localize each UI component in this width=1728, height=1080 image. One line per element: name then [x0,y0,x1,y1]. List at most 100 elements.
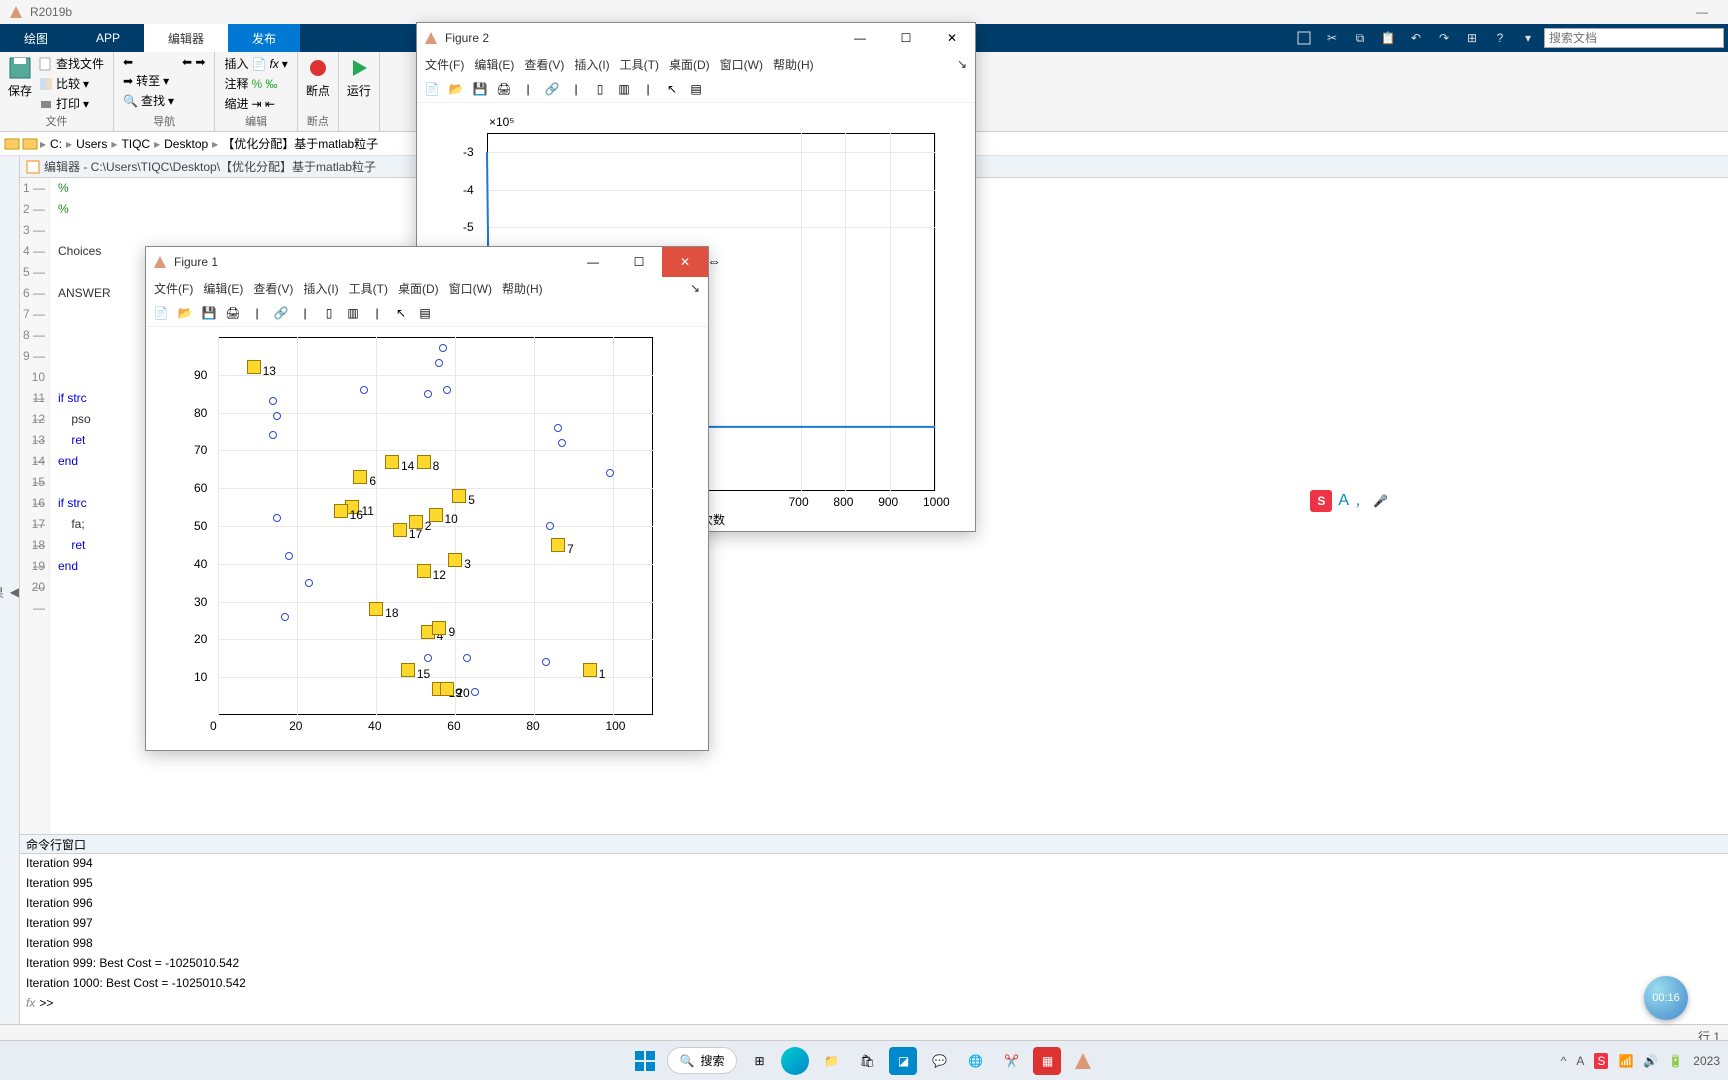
print-icon[interactable]: 🖨 [493,78,515,100]
app-icon-2[interactable]: ▦ [1033,1047,1061,1075]
dropdown-icon[interactable]: ▾ [1516,28,1540,48]
figure1-close[interactable]: ✕ [662,247,708,277]
tray-s-icon: S [1594,1053,1608,1069]
bc-seg-1[interactable]: Users [74,137,109,151]
taskview-icon[interactable]: ⊞ [745,1047,773,1075]
save-button[interactable]: 保存 [6,54,34,101]
open-icon[interactable]: 📂 [174,302,196,324]
bc-seg-2[interactable]: TIQC [119,137,152,151]
layout1-icon[interactable]: ▯ [318,302,340,324]
figure1-toolbar: 📄 📂 💾 🖨 | 🔗 | ▯ ▥ | ↖ ▤ [146,299,708,327]
figure2-toolbar: 📄 📂 💾 🖨 | 🔗 | ▯ ▥ | ↖ ▤ [417,75,975,103]
tab-app[interactable]: APP [72,24,144,52]
layout2-icon[interactable]: ▥ [613,78,635,100]
snip-icon[interactable]: ✂️ [997,1047,1025,1075]
taskbar-search[interactable]: 🔍 搜索 [667,1047,738,1074]
link-icon[interactable]: 🔗 [270,302,292,324]
pointer-icon[interactable]: ↖ [390,302,412,324]
find-files-button[interactable]: 查找文件 [36,54,107,73]
figure1-minimize[interactable]: — [570,247,616,277]
wechat-icon[interactable]: 💬 [925,1047,953,1075]
search-docs-input[interactable] [1544,28,1724,48]
layout1-icon[interactable]: ▯ [589,78,611,100]
new-icon[interactable]: 📄 [150,302,172,324]
indent-button[interactable]: 缩进 ⇥ ⇤ [221,94,290,113]
breakpoint-button[interactable]: 断点 [304,54,332,101]
sogou-icon[interactable]: S [1310,490,1332,512]
bc-seg-0[interactable]: C: [48,137,64,151]
tab-editor[interactable]: 编辑器 [144,24,228,52]
link-icon[interactable]: 🔗 [541,78,563,100]
nav-back-button[interactable]: ⬅ [120,54,177,70]
open-icon[interactable]: 📂 [445,78,467,100]
app-titlebar: R2019b — [0,0,1728,24]
edit-group-label: 编辑 [221,113,290,129]
figure2-maximize[interactable]: ☐ [883,23,929,53]
bc-seg-3[interactable]: Desktop [162,137,210,151]
timer-bubble[interactable]: 00:16 [1644,976,1688,1020]
folder-back-icon[interactable] [4,136,20,152]
undo-icon[interactable]: ↶ [1404,28,1428,48]
wifi-icon[interactable]: 📶 [1618,1054,1633,1068]
explorer-icon[interactable]: 📁 [817,1047,845,1075]
ime-punct-icon: ， [1355,493,1367,510]
folder-icon[interactable] [22,136,38,152]
matlab-fig-icon [423,30,439,46]
print-button[interactable]: 打印 ▾ [36,94,107,113]
bp-group-label: 断点 [304,113,332,129]
figure1-menubar: 文件(F) 编辑(E) 查看(V) 插入(I) 工具(T) 桌面(D) 窗口(W… [146,277,708,299]
help-icon[interactable]: ? [1488,28,1512,48]
battery-icon[interactable]: 🔋 [1668,1054,1683,1068]
figure1-window[interactable]: Figure 1 — ☐ ✕ 文件(F) 编辑(E) 查看(V) 插入(I) 工… [145,246,709,751]
window-icon[interactable]: ⊞ [1460,28,1484,48]
matlab-icon [8,4,24,20]
sb-arrow[interactable]: ◀ [10,585,19,599]
new-icon[interactable]: 📄 [421,78,443,100]
figure2-menubar: 文件(F) 编辑(E) 查看(V) 插入(I) 工具(T) 桌面(D) 窗口(W… [417,53,975,75]
save-icon[interactable]: 💾 [469,78,491,100]
matlab-task-icon[interactable] [1069,1047,1097,1075]
command-window[interactable]: Iteration 994Iteration 995Iteration 996I… [20,854,1728,1024]
figure1-canvas: 0204060801001020304050607080901234567891… [146,327,708,750]
command-window-title: 命令行窗口 [20,834,1728,854]
app-version: R2019b [30,5,72,19]
volume-icon[interactable]: 🔊 [1643,1054,1658,1068]
save-icon[interactable]: 💾 [198,302,220,324]
tray-a-icon: A [1576,1054,1584,1068]
browser2-icon[interactable]: 🌐 [961,1047,989,1075]
save-icon[interactable] [1292,28,1316,48]
paste-icon[interactable]: 📋 [1376,28,1400,48]
search-icon: 🔍 [680,1054,695,1068]
tray-up-icon[interactable]: ^ [1561,1054,1567,1068]
layout2-icon[interactable]: ▥ [342,302,364,324]
tab-plot[interactable]: 绘图 [0,24,72,52]
figure1-maximize[interactable]: ☐ [616,247,662,277]
redo-icon[interactable]: ↷ [1432,28,1456,48]
insert-button[interactable]: 插入 📄 fx ▾ [221,54,290,73]
ime-badge: S A ， 🎤 [1310,490,1388,512]
store-icon[interactable]: 🛍 [853,1047,881,1075]
start-button[interactable] [631,1047,659,1075]
cut-icon[interactable]: ✂ [1320,28,1344,48]
nav-fwd-button[interactable]: ⬅ ➡ [179,54,208,70]
bc-seg-4[interactable]: 【优化分配】基于matlab粒子 [220,135,380,152]
clock[interactable]: 2023 [1693,1054,1720,1068]
comment-button[interactable]: 注释 % ‰ [221,74,290,93]
insert-icon[interactable]: ▤ [685,78,707,100]
insert-icon[interactable]: ▤ [414,302,436,324]
pointer-icon[interactable]: ↖ [661,78,683,100]
goto-button[interactable]: ➡ 转至 ▾ [120,71,177,90]
copy-icon[interactable]: ⧉ [1348,28,1372,48]
app-icon-1[interactable]: ◪ [889,1047,917,1075]
figure2-minimize[interactable]: — [837,23,883,53]
figure2-close[interactable]: ✕ [929,23,975,53]
find-button[interactable]: 🔍 查找 ▾ [120,91,177,110]
ime-mic-icon[interactable]: 🎤 [1373,494,1388,508]
run-button[interactable]: 运行 [345,54,373,101]
tab-publish[interactable]: 发布 [228,24,300,52]
print-icon[interactable]: 🖨 [222,302,244,324]
edge-icon[interactable] [781,1047,809,1075]
resize-cursor-icon: ⇔ [707,253,721,269]
compare-button[interactable]: 比较 ▾ [36,74,107,93]
minimize-btn[interactable]: — [1684,5,1720,19]
